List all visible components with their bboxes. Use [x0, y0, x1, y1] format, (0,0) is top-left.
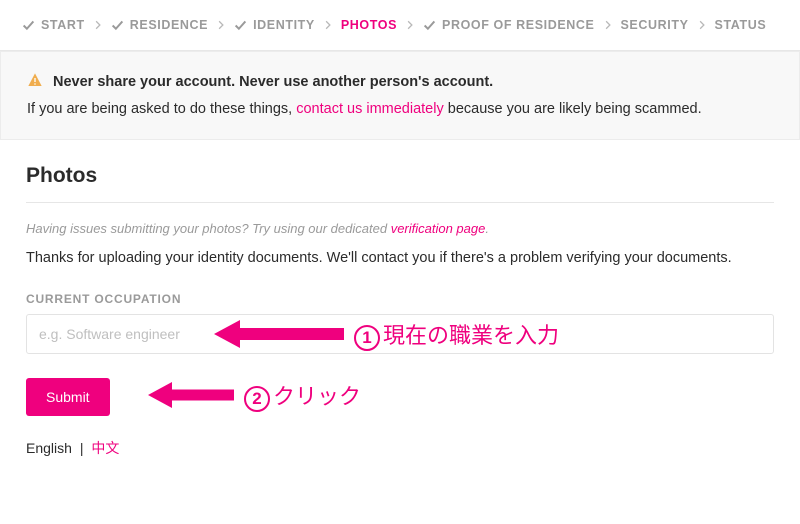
- alert-headline: Never share your account. Never use anot…: [27, 72, 773, 91]
- help-text: Having issues submitting your photos? Tr…: [26, 221, 774, 236]
- occupation-field-wrap: 1現在の職業を入力: [26, 314, 774, 354]
- check-icon: [22, 19, 35, 32]
- alert-body: If you are being asked to do these thing…: [27, 101, 773, 117]
- chevron-right-icon: [93, 20, 103, 30]
- step-label: PROOF OF RESIDENCE: [442, 18, 594, 32]
- alert-headline-text: Never share your account. Never use anot…: [53, 74, 493, 90]
- account-warning-alert: Never share your account. Never use anot…: [0, 51, 800, 140]
- warning-icon: [27, 72, 43, 91]
- occupation-input[interactable]: [26, 314, 774, 354]
- annotation-2-number: 2: [244, 386, 270, 412]
- submit-wrap: Submit 2クリック: [26, 378, 774, 416]
- language-switcher: English | 中文: [26, 438, 774, 458]
- thanks-message: Thanks for uploading your identity docum…: [26, 250, 774, 266]
- step-label: PHOTOS: [341, 18, 397, 32]
- help-text-post: .: [485, 221, 489, 236]
- step-start[interactable]: START: [22, 18, 85, 32]
- arrow-left-icon: [148, 378, 234, 412]
- chevron-right-icon: [405, 20, 415, 30]
- page-title: Photos: [26, 164, 774, 188]
- verification-page-link[interactable]: verification page: [391, 221, 486, 236]
- annotation-2: 2クリック: [148, 378, 361, 412]
- language-english[interactable]: English: [26, 440, 72, 456]
- alert-body-post: because you are likely being scammed.: [448, 101, 702, 117]
- help-text-pre: Having issues submitting your photos? Tr…: [26, 221, 391, 236]
- annotation-2-text: 2クリック: [244, 379, 361, 412]
- step-security[interactable]: SECURITY: [621, 18, 689, 32]
- language-separator: |: [80, 440, 84, 456]
- chevron-right-icon: [603, 20, 613, 30]
- check-icon: [111, 19, 124, 32]
- step-label: RESIDENCE: [130, 18, 208, 32]
- check-icon: [423, 19, 436, 32]
- occupation-label: CURRENT OCCUPATION: [26, 292, 774, 306]
- submit-button[interactable]: Submit: [26, 378, 110, 416]
- annotation-2-label: クリック: [273, 384, 361, 409]
- progress-steps: START RESIDENCE IDENTITY PHOTOS PROOF OF…: [0, 0, 800, 51]
- step-label: START: [41, 18, 85, 32]
- step-label: IDENTITY: [253, 18, 315, 32]
- step-label: STATUS: [715, 18, 767, 32]
- step-residence[interactable]: RESIDENCE: [111, 18, 208, 32]
- alert-body-pre: If you are being asked to do these thing…: [27, 101, 296, 117]
- language-chinese[interactable]: 中文: [91, 440, 119, 456]
- chevron-right-icon: [323, 20, 333, 30]
- chevron-right-icon: [697, 20, 707, 30]
- check-icon: [234, 19, 247, 32]
- chevron-right-icon: [216, 20, 226, 30]
- contact-us-link[interactable]: contact us immediately: [296, 101, 443, 117]
- step-proof-of-residence[interactable]: PROOF OF RESIDENCE: [423, 18, 594, 32]
- step-status[interactable]: STATUS: [715, 18, 767, 32]
- divider: [26, 202, 774, 203]
- step-label: SECURITY: [621, 18, 689, 32]
- step-identity[interactable]: IDENTITY: [234, 18, 315, 32]
- main-content: Photos Having issues submitting your pho…: [0, 140, 800, 474]
- step-photos[interactable]: PHOTOS: [341, 18, 397, 32]
